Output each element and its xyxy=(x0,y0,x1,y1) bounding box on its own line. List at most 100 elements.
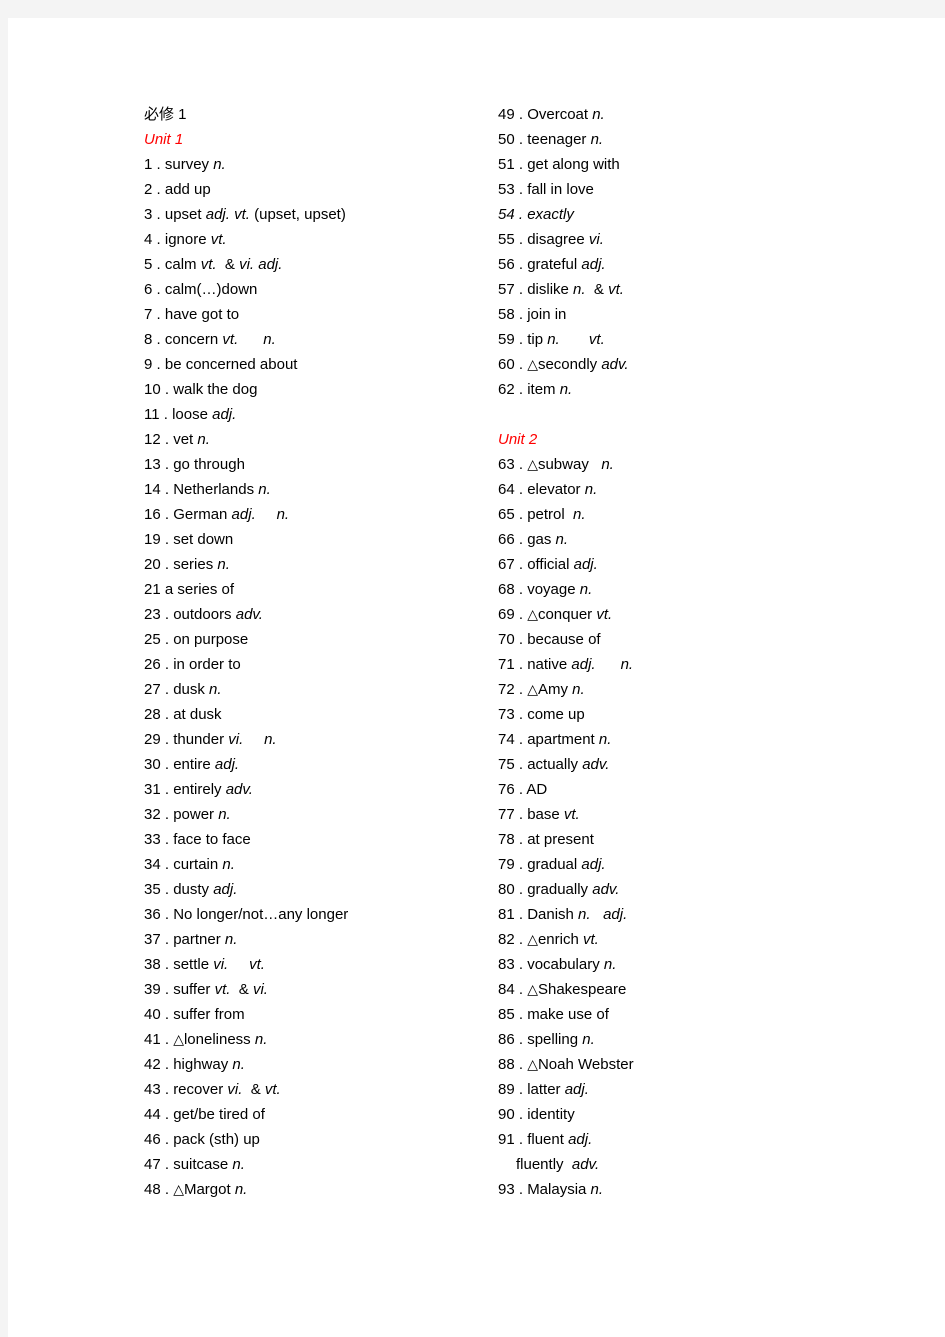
vocabulary-entry: 63 . △subway n. xyxy=(498,452,858,477)
vocabulary-columns: 必修 1 Unit 1 1 . survey n. 2 . add up 3 . u… xyxy=(8,18,945,1337)
entry-text: pack (sth) up xyxy=(173,1131,260,1148)
part-of-speech: n. xyxy=(209,681,222,698)
entry-text: in order to xyxy=(173,656,241,673)
part-of-speech: vt. xyxy=(249,956,265,973)
triangle-marker-icon: △ xyxy=(527,356,538,372)
entry-text: ignore vt. xyxy=(164,231,227,248)
vocabulary-entry: 67 . official adj. xyxy=(498,552,858,577)
part-of-speech: n. xyxy=(590,131,604,148)
entry-text: latter adj. xyxy=(527,1081,589,1098)
part-of-speech: n. xyxy=(218,806,231,823)
entry-text: power n. xyxy=(173,806,231,823)
part-of-speech: vt. xyxy=(596,606,613,623)
vocabulary-entry: 37 . partner n. xyxy=(144,927,484,952)
entry-text: concern vt. n. xyxy=(164,331,276,348)
part-of-speech: vi. xyxy=(227,1081,243,1098)
entry-number: 70 . xyxy=(498,631,528,648)
entry-text: exactly xyxy=(527,206,574,223)
entry-text: suffer from xyxy=(173,1006,245,1023)
unit-heading-2: Unit 2 xyxy=(498,431,538,448)
entry-text: come up xyxy=(527,706,585,723)
entry-text: actually adv. xyxy=(527,756,610,773)
part-of-speech: adj. xyxy=(258,256,283,273)
vocabulary-entry: 25 . on purpose xyxy=(144,627,484,652)
vocabulary-entry: 13 . go through xyxy=(144,452,484,477)
entry-text: a series of xyxy=(164,581,235,598)
column-spacer xyxy=(498,402,858,427)
triangle-marker-icon: △ xyxy=(527,1056,538,1072)
part-of-speech: vt. xyxy=(222,331,239,348)
vocabulary-entry: 5 . calm vt. & vi. adj. xyxy=(144,252,484,277)
entry-number: 47 . xyxy=(144,1156,174,1173)
vocabulary-entry: 4 . ignore vt. xyxy=(144,227,484,252)
part-of-speech: adj. xyxy=(581,256,606,273)
entry-text: item n. xyxy=(527,381,573,398)
vocabulary-entry: 65 . petrol n. xyxy=(498,502,858,527)
entry-number: 14 . xyxy=(144,481,174,498)
part-of-speech: n. xyxy=(582,1031,595,1048)
vocabulary-entry: 68 . voyage n. xyxy=(498,577,858,602)
entry-number: 90 . xyxy=(498,1106,528,1123)
part-of-speech: n. xyxy=(578,906,591,923)
vocabulary-entry: 3 . upset adj. vt. (upset, upset) xyxy=(144,202,484,227)
vocabulary-entry: 9 . be concerned about xyxy=(144,352,484,377)
entry-number: 42 . xyxy=(144,1056,174,1073)
entry-text: add up xyxy=(164,181,211,198)
vocabulary-entry: 20 . series n. xyxy=(144,552,484,577)
vocabulary-entry: 38 . settle vi. vt. xyxy=(144,952,484,977)
entry-text: fall in love xyxy=(527,181,594,198)
entry-number: 29 . xyxy=(144,731,174,748)
part-of-speech: n. xyxy=(254,1031,268,1048)
triangle-marker-icon: △ xyxy=(527,606,538,622)
part-of-speech: n. xyxy=(620,656,634,673)
vocabulary-entry: 70 . because of xyxy=(498,627,858,652)
entry-text: calm(…)down xyxy=(164,281,258,298)
entry-number: 84 . xyxy=(498,981,528,998)
entry-text: No longer/not…any longer xyxy=(173,906,349,923)
left-entry-list: 1 . survey n. 2 . add up 3 . upset adj. vt… xyxy=(144,152,484,1202)
entry-text: Danish n. adj. xyxy=(527,906,628,923)
entry-text: Amy n. xyxy=(537,681,585,698)
part-of-speech: n. xyxy=(222,856,235,873)
vocabulary-entry: 75 . actually adv. xyxy=(498,752,858,777)
document-page: 必修 1 Unit 1 1 . survey n. 2 . add up 3 . u… xyxy=(8,18,945,1337)
entry-text: at present xyxy=(527,831,594,848)
part-of-speech: adj. xyxy=(205,206,230,223)
entry-text: base vt. xyxy=(527,806,580,823)
vocabulary-entry: 41 . △loneliness n. xyxy=(144,1027,484,1052)
part-of-speech: adj. xyxy=(564,1081,589,1098)
part-of-speech: n. xyxy=(603,956,617,973)
entry-number: 5 . xyxy=(144,256,165,273)
entry-text: dusty adj. xyxy=(173,881,238,898)
entry-number: 77 . xyxy=(498,806,528,823)
entry-text: gradually adv. xyxy=(527,881,620,898)
entry-number: 72 . xyxy=(498,681,528,698)
entry-number: 57 . xyxy=(498,281,528,298)
entry-text: on purpose xyxy=(173,631,249,648)
entry-text: Malaysia n. xyxy=(527,1181,604,1198)
entry-text: Netherlands n. xyxy=(173,481,271,498)
part-of-speech: n. xyxy=(276,506,290,523)
vocabulary-entry: 40 . suffer from xyxy=(144,1002,484,1027)
entry-number: 75 . xyxy=(498,756,528,773)
entry-number: 74 . xyxy=(498,731,528,748)
entry-number: 2 . xyxy=(144,181,165,198)
part-of-speech: n. xyxy=(584,481,598,498)
vocabulary-entry: 43 . recover vi. & vt. xyxy=(144,1077,484,1102)
triangle-marker-icon: △ xyxy=(527,681,538,697)
vocabulary-entry: 69 . △conquer vt. xyxy=(498,602,858,627)
entry-number: 58 . xyxy=(498,306,528,323)
vocabulary-entry: 78 . at present xyxy=(498,827,858,852)
vocabulary-entry: 54 . exactly xyxy=(498,202,858,227)
entry-text: suffer vt. & vi. xyxy=(173,981,268,998)
vocabulary-entry: 80 . gradually adv. xyxy=(498,877,858,902)
part-of-speech: adj. xyxy=(214,756,240,773)
vocabulary-entry: 71 . native adj. n. xyxy=(498,652,858,677)
entry-text: subway n. xyxy=(537,456,614,473)
vocabulary-entry: 50 . teenager n. xyxy=(498,127,858,152)
vocabulary-entry: 44 . get/be tired of xyxy=(144,1102,484,1127)
entry-text: entire adj. xyxy=(173,756,240,773)
part-of-speech: n. xyxy=(258,481,271,498)
entry-number: 27 . xyxy=(144,681,174,698)
entry-number: 71 . xyxy=(498,656,528,673)
